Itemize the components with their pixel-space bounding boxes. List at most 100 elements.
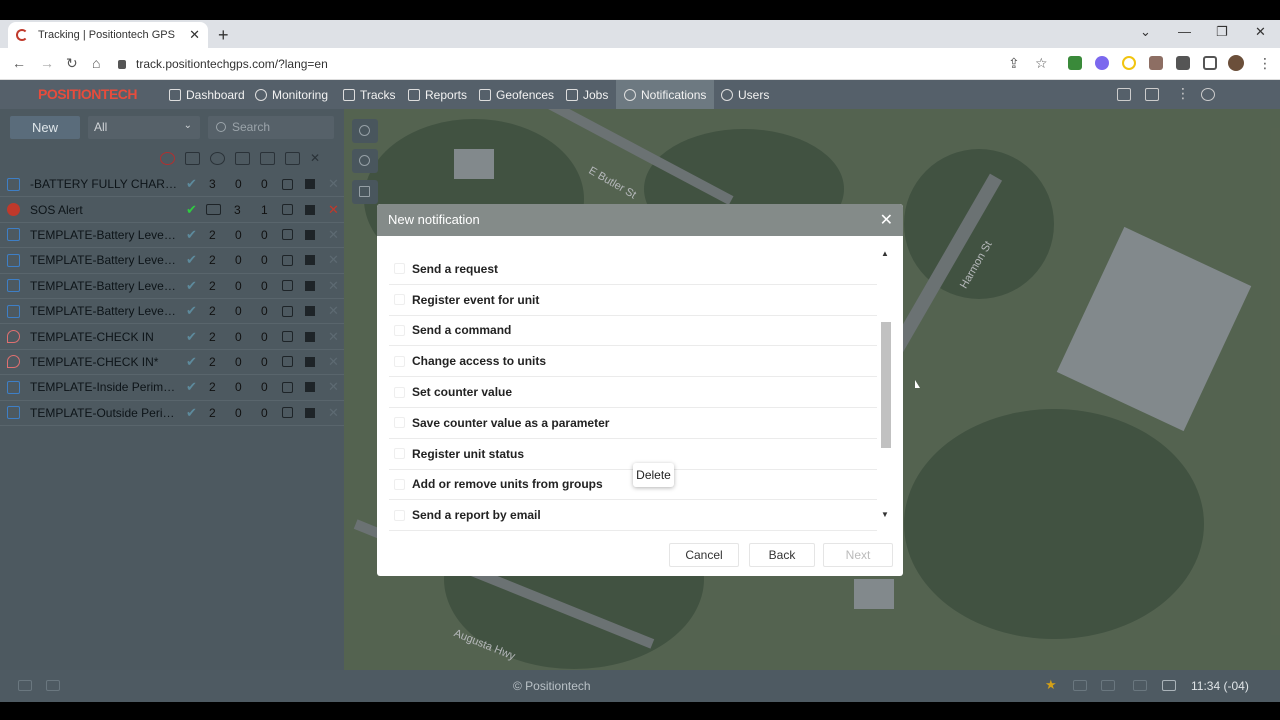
url-field[interactable]: track.positiontechgps.com/?lang=en: [118, 53, 998, 75]
delete-icon[interactable]: ✕: [328, 176, 339, 192]
positiontech-logo[interactable]: POSITIONTECH: [38, 86, 138, 102]
wrench-icon[interactable]: [282, 280, 293, 292]
extension-icon[interactable]: [1149, 56, 1163, 70]
copy-icon[interactable]: [305, 407, 315, 418]
copy-icon[interactable]: [285, 152, 300, 165]
filter-select[interactable]: All ⌄: [88, 116, 200, 139]
delete-icon[interactable]: ✕: [328, 354, 339, 370]
check-icon[interactable]: ✔: [186, 278, 197, 294]
action-checkbox[interactable]: [394, 509, 405, 521]
wrench-icon[interactable]: [282, 254, 293, 266]
list-item[interactable]: -BATTERY FULLY CHARGE... ✔ 3 0 0 ✕: [0, 172, 344, 198]
ruler-icon[interactable]: [1117, 88, 1131, 101]
copy-icon[interactable]: [305, 356, 315, 367]
delete-icon[interactable]: ✕: [328, 405, 339, 421]
copy-icon[interactable]: [305, 331, 315, 342]
nav-jobs[interactable]: Jobs: [566, 80, 608, 109]
action-option[interactable]: Change access to units: [389, 346, 877, 378]
reload-icon[interactable]: ↻: [66, 55, 78, 72]
action-option[interactable]: Save counter value as a parameter: [389, 408, 877, 439]
apps-grid-icon[interactable]: [1145, 88, 1159, 101]
check-icon[interactable]: ✔: [186, 329, 197, 345]
action-checkbox[interactable]: [394, 478, 405, 490]
copy-icon[interactable]: [305, 229, 315, 240]
sidepanel-icon[interactable]: [1203, 56, 1217, 70]
action-option[interactable]: Send a report by email: [389, 500, 877, 532]
nav-dashboard[interactable]: Dashboard: [169, 80, 245, 109]
copy-icon[interactable]: [305, 306, 315, 317]
new-notification-button[interactable]: New: [10, 116, 80, 139]
scroll-down-icon[interactable]: ▼: [881, 510, 889, 519]
delete-icon[interactable]: ✕: [310, 152, 325, 165]
copy-icon[interactable]: [305, 382, 315, 393]
wrench-icon[interactable]: [282, 331, 293, 343]
more-icon[interactable]: ⋮: [1176, 85, 1190, 101]
notification-name[interactable]: -BATTERY FULLY CHARGE...: [30, 177, 178, 191]
account-icon[interactable]: [1201, 88, 1215, 101]
wrench-icon[interactable]: [282, 229, 293, 241]
cancel-button[interactable]: Cancel: [669, 543, 739, 567]
copy-icon[interactable]: [305, 280, 315, 291]
list-item[interactable]: TEMPLATE-Battery Level 7... ✔ 2 0 0 ✕: [0, 299, 344, 325]
delete-icon[interactable]: ✕: [328, 379, 339, 395]
notification-name[interactable]: SOS Alert: [30, 203, 178, 217]
wrench-icon[interactable]: [282, 407, 293, 419]
list-item[interactable]: TEMPLATE-Battery Level 1... ✔ 2 0 0 ✕: [0, 223, 344, 249]
home-icon[interactable]: ⌂: [92, 55, 100, 71]
bookmark-star-icon[interactable]: ☆: [1035, 55, 1048, 72]
back-arrow-icon[interactable]: ←: [12, 55, 26, 71]
wrench-icon[interactable]: [282, 178, 293, 190]
display-icon[interactable]: [1162, 680, 1176, 691]
minimize-icon[interactable]: —: [1178, 24, 1191, 39]
list-item[interactable]: TEMPLATE-CHECK IN ✔ 2 0 0 ✕: [0, 324, 344, 350]
notification-name[interactable]: TEMPLATE-Battery Level 1...: [30, 228, 178, 242]
wrench-icon[interactable]: [282, 204, 293, 216]
nav-users[interactable]: Users: [721, 80, 769, 109]
copy-icon[interactable]: [305, 204, 315, 215]
list-item[interactable]: SOS Alert ✔ 3 1 ✕: [0, 197, 344, 223]
action-option[interactable]: Register event for unit: [389, 285, 877, 316]
wrench-icon[interactable]: [282, 356, 293, 368]
restore-icon[interactable]: ❐: [1216, 24, 1228, 40]
nav-tracks[interactable]: Tracks: [343, 80, 396, 109]
action-option[interactable]: Set counter value: [389, 377, 877, 408]
action-checkbox[interactable]: [394, 355, 405, 367]
message-icon[interactable]: [206, 204, 221, 216]
delete-icon[interactable]: ✕: [328, 329, 339, 345]
check-icon[interactable]: ✔: [186, 202, 197, 218]
check-icon[interactable]: ✔: [186, 354, 197, 370]
notification-name[interactable]: TEMPLATE-CHECK IN*: [30, 355, 178, 369]
list-item[interactable]: TEMPLATE-Battery Level 2... ✔ 2 0 0 ✕: [0, 248, 344, 274]
check-icon[interactable]: ✔: [186, 176, 197, 192]
notification-name[interactable]: TEMPLATE-Battery Level 2...: [30, 253, 178, 267]
action-checkbox[interactable]: [394, 294, 405, 306]
delete-icon[interactable]: ✕: [328, 303, 339, 319]
back-button[interactable]: Back: [749, 543, 815, 567]
delete-icon[interactable]: ✕: [328, 227, 339, 243]
nav-monitoring[interactable]: Monitoring: [255, 80, 328, 109]
list-item[interactable]: TEMPLATE-Battery Level 5... ✔ 2 0 0 ✕: [0, 274, 344, 299]
grid-view-icon[interactable]: [46, 680, 60, 691]
nav-reports[interactable]: Reports: [408, 80, 467, 109]
action-checkbox[interactable]: [394, 386, 405, 398]
check-icon[interactable]: ✔: [186, 379, 197, 395]
puzzle-icon[interactable]: [1176, 56, 1190, 70]
copy-icon[interactable]: [305, 179, 315, 190]
action-checkbox[interactable]: [394, 417, 405, 429]
notification-name[interactable]: TEMPLATE-Battery Level 5...: [30, 279, 178, 293]
action-option[interactable]: Send a request: [389, 254, 877, 285]
new-tab-icon[interactable]: +: [218, 25, 229, 46]
notification-name[interactable]: TEMPLATE-Inside Perimeter: [30, 380, 178, 394]
nav-notifications[interactable]: Notifications: [616, 80, 715, 109]
wrench-icon[interactable]: [260, 152, 275, 165]
check-icon[interactable]: ✔: [186, 227, 197, 243]
scrollbar-thumb[interactable]: [881, 322, 891, 448]
status-icon[interactable]: [1073, 680, 1087, 691]
browser-menu-icon[interactable]: ⋮: [1258, 55, 1272, 72]
wrench-icon[interactable]: [282, 381, 293, 393]
play-icon[interactable]: [185, 152, 200, 165]
action-checkbox[interactable]: [394, 324, 405, 336]
close-icon[interactable]: ✕: [880, 210, 893, 230]
refresh-icon[interactable]: [210, 152, 225, 165]
close-tab-icon[interactable]: ✕: [189, 27, 200, 43]
